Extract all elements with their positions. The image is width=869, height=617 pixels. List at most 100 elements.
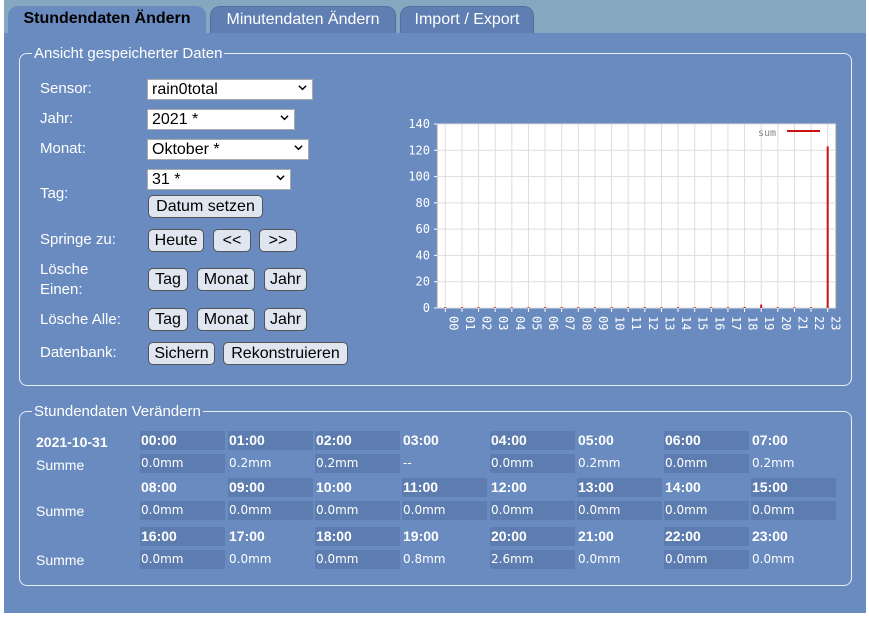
sensor-select-value: rain0total <box>152 81 218 98</box>
row-label-sum: Summe <box>36 457 85 473</box>
tab-hourly-data[interactable]: Stundendaten Ändern <box>8 6 206 34</box>
bar-12 <box>643 307 646 308</box>
x-tick-label: 08 <box>579 316 593 330</box>
x-tick-label: 18 <box>746 316 760 330</box>
bar-00 <box>444 307 447 308</box>
sensor-select[interactable]: rain0total <box>147 79 313 100</box>
month-select[interactable]: Oktober * <box>147 139 309 160</box>
hour-value-cell[interactable]: 0.0mm <box>315 501 400 520</box>
hour-header-cell: 17:00 <box>229 528 265 544</box>
hour-header-cell: 13:00 <box>577 478 662 497</box>
x-tick-label: 02 <box>480 316 494 330</box>
x-tick-label: 12 <box>646 316 660 330</box>
row-label-sum: Summe <box>36 503 85 519</box>
x-tick-label: 04 <box>513 316 527 330</box>
bar-03 <box>494 307 497 308</box>
x-tick-label: 17 <box>729 316 743 330</box>
hour-header-cell: 16:00 <box>140 527 225 546</box>
hour-value-cell[interactable]: 0.0mm <box>664 501 749 520</box>
x-tick-label: 05 <box>529 316 543 330</box>
hour-value-cell[interactable]: 0.2mm <box>577 454 662 473</box>
previous-button[interactable]: << <box>213 229 251 252</box>
hour-value-cell[interactable]: 0.0mm <box>577 550 662 569</box>
next-button[interactable]: >> <box>259 229 297 252</box>
today-button[interactable]: Heute <box>148 229 204 252</box>
hour-value-cell[interactable]: 0.2mm <box>228 454 313 473</box>
plot-area <box>436 123 837 309</box>
hour-header-cell: 15:00 <box>751 478 836 497</box>
hour-value-cell[interactable]: 0.2mm <box>315 454 400 473</box>
hour-value-cell[interactable]: 0.0mm <box>140 550 225 569</box>
hour-header-cell: 14:00 <box>665 479 701 495</box>
hour-header-cell: 21:00 <box>578 528 614 544</box>
hour-value-cell[interactable]: -- <box>402 454 487 473</box>
hour-value-cell[interactable]: 0.2mm <box>751 454 836 473</box>
hour-header-cell: 01:00 <box>228 431 313 450</box>
x-tick-label: 07 <box>563 316 577 330</box>
hour-value-cell[interactable]: 0.0mm <box>228 501 313 520</box>
bar-05 <box>527 307 530 308</box>
hourly-data-legend: Stundendaten Verändern <box>34 403 201 420</box>
hour-header-cell: 11:00 <box>402 478 487 497</box>
sensor-label: Sensor: <box>40 80 92 97</box>
tab-minute-data[interactable]: Minutendaten Ändern <box>210 6 396 33</box>
hour-value-cell[interactable]: 0.0mm <box>228 550 313 569</box>
hour-value-cell[interactable]: 0.0mm <box>664 550 749 569</box>
delete-all-month-button[interactable]: Monat <box>197 308 255 331</box>
hour-value-cell[interactable]: 0.0mm <box>751 550 836 569</box>
bar-02 <box>477 307 480 308</box>
hour-value-cell[interactable]: 0.0mm <box>490 501 575 520</box>
x-tick-label: 22 <box>812 316 826 330</box>
hour-header-cell: 00:00 <box>140 431 225 450</box>
bar-13 <box>660 307 663 308</box>
hour-header-cell: 07:00 <box>752 432 788 448</box>
rebuild-button[interactable]: Rekonstruieren <box>223 342 348 365</box>
day-select[interactable]: 31 * <box>147 169 291 190</box>
bar-14 <box>677 307 680 308</box>
delete-one-day-button[interactable]: Tag <box>148 268 188 291</box>
delete-all-label: Lösche Alle: <box>40 311 121 328</box>
x-tick-label: 21 <box>795 316 809 330</box>
hour-value-cell[interactable]: 0.0mm <box>751 501 836 520</box>
hour-header-cell: 12:00 <box>491 479 527 495</box>
tab-import-export[interactable]: Import / Export <box>400 6 534 33</box>
x-tick-label: 03 <box>496 316 510 330</box>
x-tick-label: 15 <box>696 316 710 330</box>
x-tick-label: 13 <box>662 316 676 330</box>
hour-value-cell[interactable]: 0.0mm <box>490 454 575 473</box>
delete-all-day-button[interactable]: Tag <box>148 308 188 331</box>
delete-one-year-button[interactable]: Jahr <box>264 268 307 291</box>
hour-value-cell[interactable]: 0.0mm <box>140 454 225 473</box>
delete-all-year-button[interactable]: Jahr <box>264 308 307 331</box>
legend-label: sum <box>758 128 776 139</box>
x-tick-label: 23 <box>829 316 843 330</box>
hour-value-cell[interactable]: 0.0mm <box>315 550 400 569</box>
hour-value-cell[interactable]: 0.0mm <box>664 454 749 473</box>
hour-value-cell[interactable]: 0.8mm <box>402 550 487 569</box>
hour-header-cell: 19:00 <box>403 528 439 544</box>
bar-17 <box>726 307 729 308</box>
hour-value-cell[interactable]: 2.6mm <box>490 550 575 569</box>
hour-header-cell: 06:00 <box>664 431 749 450</box>
hour-header-cell: 20:00 <box>490 527 575 546</box>
bar-15 <box>693 307 696 308</box>
tab-bar: Stundendaten Ändern Minutendaten Ändern … <box>4 0 866 34</box>
year-select-value: 2021 * <box>152 111 199 128</box>
y-tick-label: 120 <box>408 143 430 157</box>
bar-08 <box>577 307 580 308</box>
hourly-date: 2021-10-31 <box>36 434 108 450</box>
hour-value-cell[interactable]: 0.0mm <box>140 501 225 520</box>
hour-value-cell[interactable]: 0.0mm <box>402 501 487 520</box>
backup-button[interactable]: Sichern <box>148 342 215 365</box>
year-select[interactable]: 2021 * <box>147 109 295 130</box>
bar-04 <box>510 307 513 308</box>
set-date-button[interactable]: Datum setzen <box>148 195 263 218</box>
hour-value-cell[interactable]: 0.0mm <box>577 501 662 520</box>
app-frame: Stundendaten Ändern Minutendaten Ändern … <box>4 0 866 613</box>
hour-header-cell: 03:00 <box>403 432 439 448</box>
bar-07 <box>560 307 563 308</box>
delete-one-month-button[interactable]: Monat <box>197 268 255 291</box>
bar-16 <box>710 307 713 308</box>
bar-23 <box>826 146 829 308</box>
day-label: Tag: <box>40 185 69 202</box>
